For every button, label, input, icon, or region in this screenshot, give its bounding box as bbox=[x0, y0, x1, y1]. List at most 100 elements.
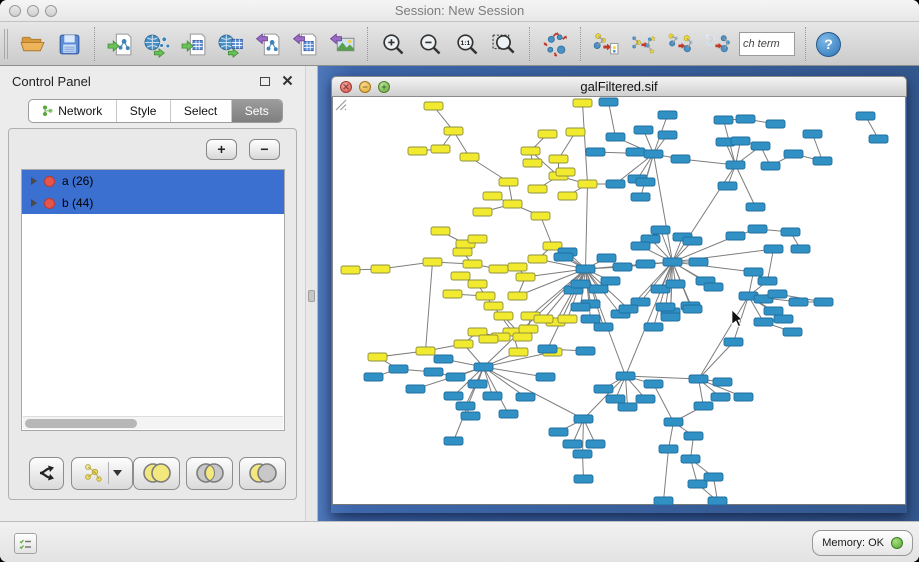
graph-node[interactable] bbox=[704, 283, 723, 291]
graph-node[interactable] bbox=[474, 363, 493, 371]
set-row-a[interactable]: a (26) bbox=[22, 170, 284, 192]
graph-node[interactable] bbox=[661, 313, 680, 321]
open-session-button[interactable] bbox=[17, 29, 47, 59]
sets-list[interactable]: a (26) b (44) bbox=[21, 169, 285, 431]
graph-node-selected[interactable] bbox=[558, 192, 577, 200]
minimize-network-icon[interactable]: − bbox=[359, 81, 371, 93]
graph-node[interactable] bbox=[576, 347, 595, 355]
graph-node[interactable] bbox=[764, 245, 783, 253]
graph-node-selected[interactable] bbox=[578, 180, 597, 188]
graph-node-selected[interactable] bbox=[443, 290, 462, 298]
graph-node[interactable] bbox=[389, 365, 408, 373]
remove-set-button[interactable]: − bbox=[249, 139, 280, 160]
graph-node[interactable] bbox=[586, 148, 605, 156]
graph-node-selected[interactable] bbox=[463, 260, 482, 268]
set-row-b[interactable]: b (44) bbox=[22, 192, 284, 214]
graph-node[interactable] bbox=[571, 303, 590, 311]
graph-node[interactable] bbox=[516, 393, 535, 401]
graph-node[interactable] bbox=[689, 375, 708, 383]
graph-node[interactable] bbox=[768, 290, 787, 298]
graph-node-selected[interactable] bbox=[494, 312, 513, 320]
scrollbar-thumb[interactable] bbox=[25, 419, 137, 428]
graph-node[interactable] bbox=[746, 203, 765, 211]
graph-node-selected[interactable] bbox=[444, 127, 463, 135]
graph-node[interactable] bbox=[761, 162, 780, 170]
graph-node-selected[interactable] bbox=[451, 272, 470, 280]
zoom-window-button[interactable] bbox=[45, 5, 57, 17]
graph-node[interactable] bbox=[663, 258, 682, 266]
graph-node[interactable] bbox=[563, 440, 582, 448]
graph-node[interactable] bbox=[781, 228, 800, 236]
graph-node[interactable] bbox=[726, 232, 745, 240]
graph-node[interactable] bbox=[711, 393, 730, 401]
graph-node[interactable] bbox=[713, 378, 732, 386]
graph-node[interactable] bbox=[718, 182, 737, 190]
graph-node[interactable] bbox=[576, 265, 595, 273]
graph-node-selected[interactable] bbox=[431, 227, 450, 235]
apply-layout-button[interactable] bbox=[540, 29, 570, 59]
graph-node-selected[interactable] bbox=[508, 263, 527, 271]
graph-node-selected[interactable] bbox=[534, 315, 553, 323]
graph-node[interactable] bbox=[694, 402, 713, 410]
graph-node-selected[interactable] bbox=[454, 340, 473, 348]
graph-node-selected[interactable] bbox=[531, 212, 550, 220]
graph-node[interactable] bbox=[869, 135, 888, 143]
graph-node[interactable] bbox=[499, 410, 518, 418]
search-input[interactable] bbox=[739, 32, 795, 56]
splitter-handle[interactable] bbox=[308, 290, 315, 302]
graph-node-selected[interactable] bbox=[556, 168, 575, 176]
graph-node[interactable] bbox=[444, 437, 463, 445]
panel-splitter[interactable] bbox=[305, 66, 318, 521]
graph-node[interactable] bbox=[734, 393, 753, 401]
graph-node-selected[interactable] bbox=[513, 333, 532, 341]
graph-node[interactable] bbox=[574, 415, 593, 423]
tab-network[interactable]: Network bbox=[29, 100, 117, 122]
graph-node-selected[interactable] bbox=[479, 335, 498, 343]
graph-node[interactable] bbox=[644, 150, 663, 158]
graph-node-selected[interactable] bbox=[468, 235, 487, 243]
graph-node[interactable] bbox=[636, 395, 655, 403]
graph-node[interactable] bbox=[634, 126, 653, 134]
graph-node-selected[interactable] bbox=[538, 130, 557, 138]
graph-node-selected[interactable] bbox=[528, 255, 547, 263]
graph-node[interactable] bbox=[619, 305, 638, 313]
graph-node[interactable] bbox=[594, 385, 613, 393]
help-button[interactable]: ? bbox=[816, 32, 841, 57]
graph-node[interactable] bbox=[671, 155, 690, 163]
toolbar-drag-handle[interactable] bbox=[4, 29, 8, 59]
graph-node[interactable] bbox=[364, 373, 383, 381]
graph-node[interactable] bbox=[581, 315, 600, 323]
graph-node-selected[interactable] bbox=[549, 155, 568, 163]
resize-grip-icon[interactable] bbox=[333, 97, 347, 111]
graph-node[interactable] bbox=[651, 226, 670, 234]
graph-node[interactable] bbox=[626, 148, 645, 156]
import-table-url-button[interactable] bbox=[216, 29, 246, 59]
graph-node[interactable] bbox=[744, 268, 763, 276]
graph-node[interactable] bbox=[751, 142, 770, 150]
graph-node[interactable] bbox=[764, 307, 783, 315]
graph-node[interactable] bbox=[631, 242, 650, 250]
graph-node[interactable] bbox=[714, 116, 733, 124]
graph-node[interactable] bbox=[434, 355, 453, 363]
graph-node[interactable] bbox=[444, 392, 463, 400]
graph-node-selected[interactable] bbox=[528, 185, 547, 193]
network-window[interactable]: ✕ − + galFiltered.sif bbox=[331, 76, 907, 513]
app-titlebar[interactable]: Session: New Session bbox=[0, 0, 919, 22]
copy-network-button[interactable] bbox=[702, 29, 732, 59]
network-graph[interactable] bbox=[333, 97, 907, 505]
graph-node[interactable] bbox=[446, 373, 465, 381]
graph-node[interactable] bbox=[597, 254, 616, 262]
difference-sets-button[interactable] bbox=[239, 457, 286, 490]
graph-node[interactable] bbox=[683, 237, 702, 245]
graph-node[interactable] bbox=[754, 318, 773, 326]
union-sets-button[interactable] bbox=[133, 457, 180, 490]
graph-node-selected[interactable] bbox=[489, 265, 508, 273]
graph-node[interactable] bbox=[658, 111, 677, 119]
close-window-button[interactable] bbox=[9, 5, 21, 17]
graph-node[interactable] bbox=[803, 130, 822, 138]
graph-node[interactable] bbox=[654, 497, 673, 505]
graph-node[interactable] bbox=[758, 277, 777, 285]
export-image-button[interactable] bbox=[327, 29, 357, 59]
graph-node[interactable] bbox=[644, 380, 663, 388]
graph-node-selected[interactable] bbox=[483, 192, 502, 200]
